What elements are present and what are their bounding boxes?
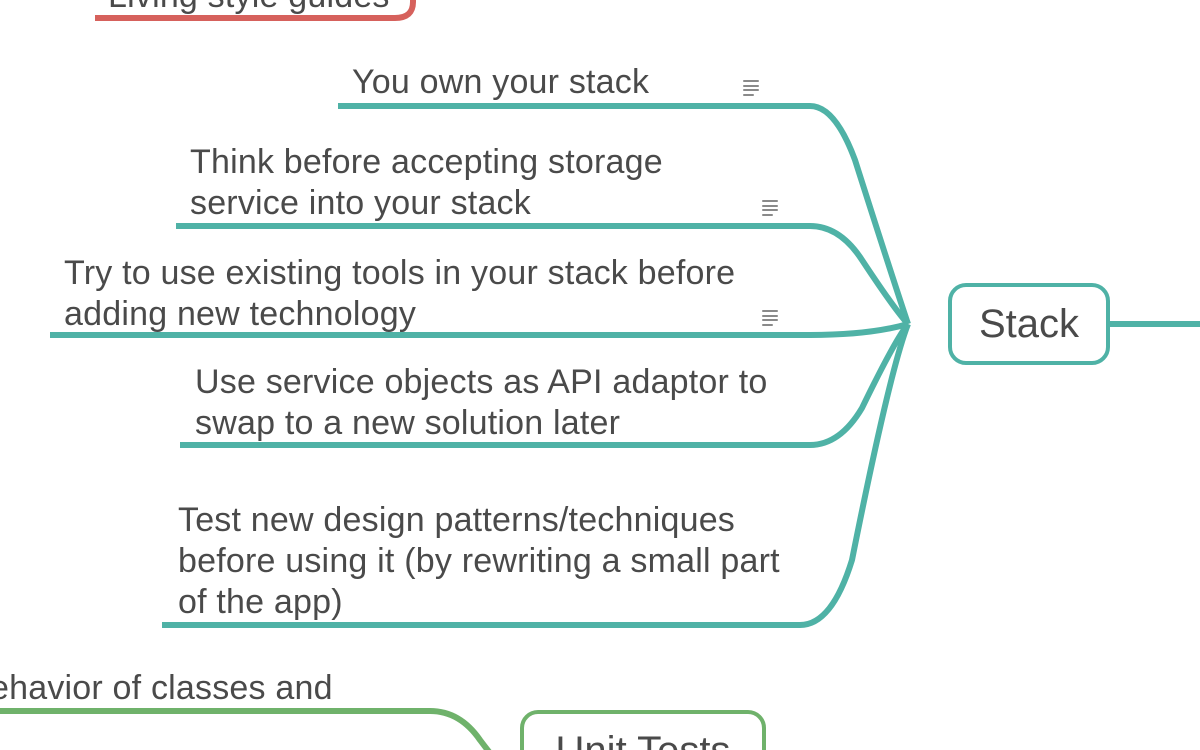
- branch-unit-tests-1: [0, 711, 506, 750]
- node-living-style-guides-label: Living style guides: [108, 0, 390, 15]
- node-stack-child-2-label: Think before accepting storage service i…: [190, 143, 663, 222]
- node-unit-tests-label: Unit Tests: [556, 729, 731, 750]
- node-partial-behavior[interactable]: ehavior of classes and: [0, 668, 410, 709]
- node-partial-behavior-label: ehavior of classes and: [0, 669, 333, 707]
- node-stack-child-1[interactable]: You own your stack: [352, 62, 782, 103]
- node-stack-child-4[interactable]: Use service objects as API adaptor to sw…: [195, 362, 795, 444]
- notes-icon[interactable]: [762, 310, 778, 326]
- node-stack-label: Stack: [979, 302, 1079, 347]
- node-stack-child-5-label: Test new design patterns/techniques befo…: [178, 501, 780, 621]
- node-unit-tests[interactable]: Unit Tests: [520, 710, 766, 750]
- node-stack-child-3[interactable]: Try to use existing tools in your stack …: [64, 253, 744, 335]
- node-living-style-guides[interactable]: Living style guides: [108, 0, 408, 17]
- node-stack-child-1-label: You own your stack: [352, 63, 649, 101]
- notes-icon[interactable]: [762, 200, 778, 216]
- node-stack[interactable]: Stack: [948, 283, 1110, 365]
- node-stack-child-4-label: Use service objects as API adaptor to sw…: [195, 363, 767, 442]
- node-stack-child-2[interactable]: Think before accepting storage service i…: [190, 142, 750, 224]
- node-stack-child-5[interactable]: Test new design patterns/techniques befo…: [178, 500, 798, 622]
- notes-icon[interactable]: [743, 80, 759, 96]
- node-stack-child-3-label: Try to use existing tools in your stack …: [64, 254, 735, 333]
